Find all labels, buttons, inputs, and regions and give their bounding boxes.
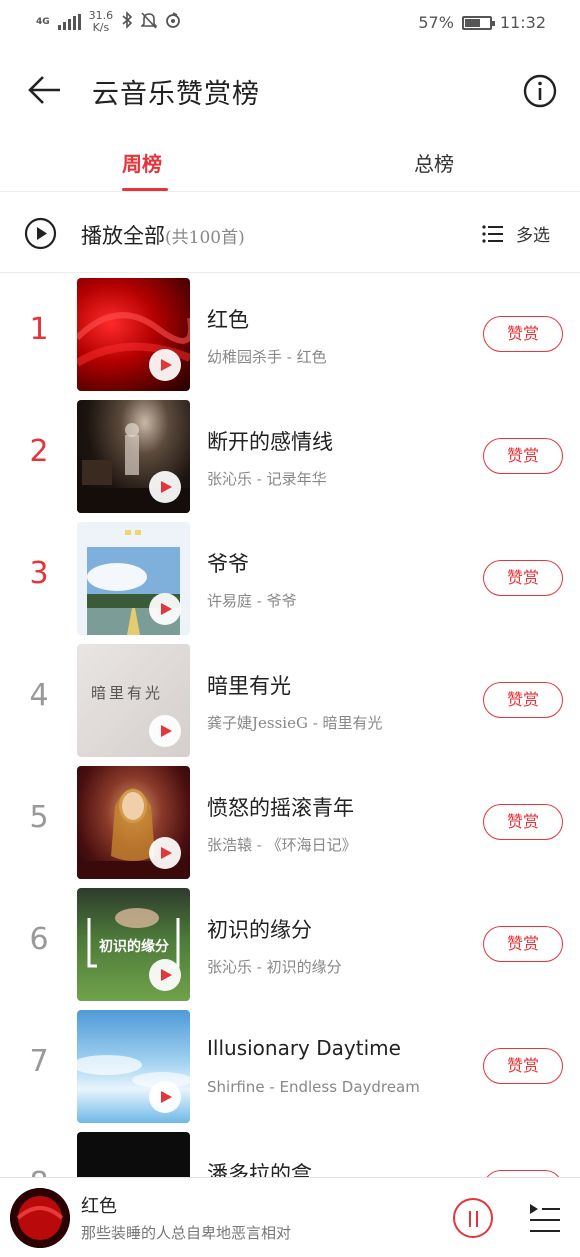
tab-bar: 周榜 总榜 (0, 140, 580, 192)
reward-button[interactable]: 赞赏 (483, 560, 563, 596)
multi-select-label: 多选 (516, 226, 550, 246)
network-type: 4G (36, 16, 50, 27)
player-song-title: 红色 (81, 1196, 117, 1217)
song-artist-album: 张沁乐 - 记录年华 (207, 470, 327, 488)
rank-number: 4 (29, 678, 49, 713)
tab-total[interactable]: 总榜 (414, 148, 454, 177)
song-artist-album: 幼稚园杀手 - 红色 (207, 348, 327, 366)
battery-percent: 57% (418, 13, 454, 32)
rank-number: 1 (29, 312, 49, 347)
rank-number: 8 (0, 1166, 78, 1177)
rank-number: 6 (29, 922, 49, 957)
back-button[interactable] (26, 72, 64, 108)
tab-indicator (122, 188, 168, 191)
song-row-2[interactable]: 2 断开的感情线 张沁乐 - 记录年华 赞赏 (0, 399, 580, 521)
album-cover[interactable]: 暗里有光 (77, 644, 190, 757)
playlist-icon (530, 1204, 560, 1232)
song-title: 红色 (207, 308, 249, 332)
album-cover[interactable] (77, 1010, 190, 1123)
rank-number: 2 (29, 434, 49, 469)
song-row-4[interactable]: 4 暗里有光 暗里有光 龚子婕JessieG - 暗里有光 赞赏 (0, 643, 580, 765)
cover-caption: 暗里有光 (91, 684, 164, 702)
clock: 11:32 (499, 13, 546, 32)
reward-button[interactable]: 赞赏 (483, 682, 563, 718)
rank-number: 7 (29, 1044, 49, 1079)
play-all-row[interactable]: 播放全部(共100首) 多选 (0, 193, 580, 273)
song-artist-album: 张沁乐 - 初识的缘分 (207, 958, 342, 976)
album-cover[interactable] (77, 278, 190, 391)
play-icon[interactable] (149, 1081, 181, 1113)
song-artist-album: 张浩辕 - 《环海日记》 (207, 836, 357, 854)
play-icon[interactable] (149, 349, 181, 381)
play-icon[interactable] (149, 471, 181, 503)
player-cover-art (10, 1188, 70, 1248)
song-row-8[interactable]: 8 潘多拉的盒 赞赏 (0, 1131, 580, 1177)
rank-number: 5 (29, 800, 49, 835)
song-row-6[interactable]: 6 初识的缘分 初识的缘分 张沁乐 - 初识的缘分 赞赏 (0, 887, 580, 1009)
status-left: 4G 31.6 K/s (36, 10, 181, 34)
bluetooth-icon (121, 11, 133, 33)
player-album-cover[interactable] (10, 1188, 70, 1248)
play-icon[interactable] (149, 959, 181, 991)
pause-icon (469, 1211, 471, 1227)
cover-caption: 初识的缘分 (99, 939, 169, 955)
reward-button[interactable]: 赞赏 (483, 1170, 563, 1177)
info-button[interactable] (522, 73, 558, 109)
song-row-7[interactable]: 7 Illusionary Daytime Shirfine - Endless… (0, 1009, 580, 1131)
song-artist-album: 龚子婕JessieG - 暗里有光 (207, 714, 383, 732)
song-title: 暗里有光 (207, 674, 291, 698)
song-row-5[interactable]: 5 愤怒的摇滚青年 张浩辕 - 《环海日记》 赞赏 (0, 765, 580, 887)
app-header: 云音乐赞赏榜 (0, 60, 580, 120)
play-all-label[interactable]: 播放全部(共100首) (81, 220, 245, 250)
reward-button[interactable]: 赞赏 (483, 438, 563, 474)
song-row-3[interactable]: 3 爷爷 许易庭 - 爷爷 赞赏 (0, 521, 580, 643)
info-icon (523, 74, 557, 108)
reward-button[interactable]: 赞赏 (483, 804, 563, 840)
playlist-button[interactable] (526, 1198, 562, 1238)
mini-player[interactable]: 红色 那些装睡的人总自卑地恶言相对 (0, 1177, 580, 1257)
album-cover[interactable] (77, 1132, 190, 1177)
sync-icon (165, 11, 181, 33)
battery-icon (461, 15, 495, 30)
song-title: 爷爷 (207, 552, 249, 576)
mute-icon (140, 11, 159, 33)
back-arrow-icon (28, 76, 60, 104)
pause-button[interactable] (453, 1198, 493, 1238)
song-list: 1 红色 幼稚园杀手 - 红色 赞赏 2 断开的感情线 张沁乐 - 记录年华 赞… (0, 277, 580, 1177)
song-artist-album: 许易庭 - 爷爷 (207, 592, 297, 610)
song-artist-album: Shirfine - Endless Daydream (207, 1078, 420, 1096)
song-title: 愤怒的摇滚青年 (207, 796, 354, 820)
tab-weekly[interactable]: 周榜 (122, 148, 162, 177)
song-row-1[interactable]: 1 红色 幼稚园杀手 - 红色 赞赏 (0, 277, 580, 399)
status-bar: 4G 31.6 K/s 57% 11:32 (0, 0, 580, 50)
reward-button[interactable]: 赞赏 (483, 316, 563, 352)
player-lyric: 那些装睡的人总自卑地恶言相对 (81, 1224, 292, 1242)
song-title: 初识的缘分 (207, 918, 312, 942)
play-circle-icon[interactable] (24, 217, 57, 250)
reward-button[interactable]: 赞赏 (483, 926, 563, 962)
album-cover[interactable] (77, 400, 190, 513)
song-title: Illusionary Daytime (207, 1036, 401, 1060)
album-cover[interactable] (77, 522, 190, 635)
play-icon[interactable] (149, 593, 181, 625)
network-speed: 31.6 K/s (88, 9, 114, 34)
multi-select-button[interactable]: 多选 (482, 221, 550, 246)
play-icon[interactable] (149, 715, 181, 747)
status-right: 57% 11:32 (418, 13, 546, 32)
song-title: 断开的感情线 (207, 430, 333, 454)
list-icon (482, 224, 503, 243)
song-count: (共100首) (165, 228, 245, 248)
play-icon[interactable] (149, 837, 181, 869)
album-cover[interactable]: 初识的缘分 (77, 888, 190, 1001)
album-cover[interactable] (77, 766, 190, 879)
signal-icon (57, 14, 81, 30)
rank-number: 3 (29, 556, 49, 591)
song-title: 潘多拉的盒 (207, 1162, 312, 1177)
page-title: 云音乐赞赏榜 (92, 79, 260, 110)
reward-button[interactable]: 赞赏 (483, 1048, 563, 1084)
